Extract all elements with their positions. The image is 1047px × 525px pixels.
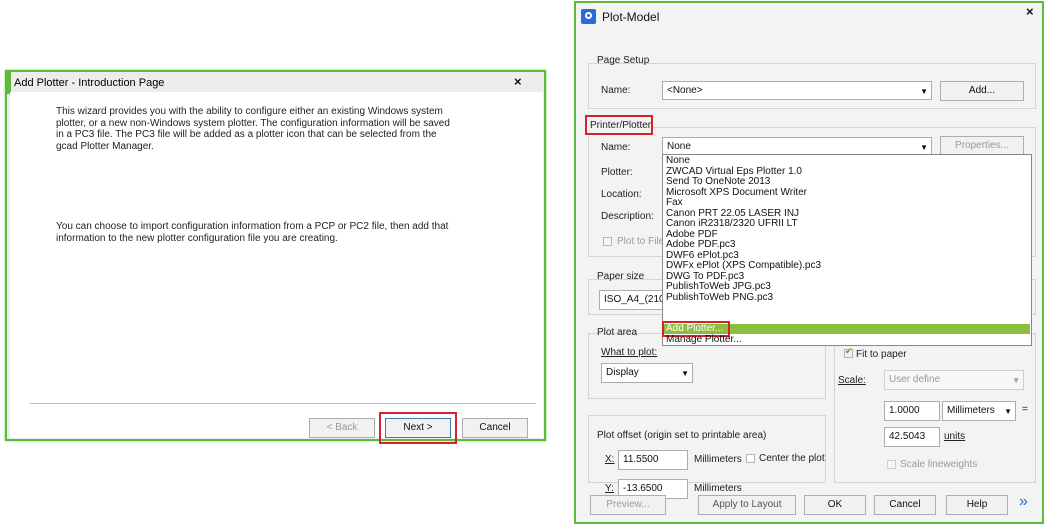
page-setup-name-label: Name: — [601, 85, 631, 96]
scale-lineweights-checkbox[interactable] — [887, 460, 896, 469]
chevron-down-icon: ▼ — [1004, 407, 1012, 416]
page-setup-label: Page Setup — [597, 55, 650, 66]
printer-name-label: Name: — [601, 142, 631, 153]
divider — [30, 403, 536, 404]
what-to-plot-label: What to plot: — [601, 347, 658, 358]
printer-dropdown-list: None ZWCAD Virtual Eps Plotter 1.0 Send … — [662, 154, 1032, 346]
dropdown-item[interactable]: PublishToWeb PNG.pc3 — [666, 292, 773, 304]
dialog-title: Add Plotter - Introduction Page — [14, 77, 165, 89]
scale-select[interactable]: User define ▼ — [884, 370, 1024, 390]
description-label: Description: — [601, 211, 654, 222]
what-to-plot-select[interactable]: Display ▼ — [601, 363, 693, 383]
scale-lineweights-label: Scale lineweights — [900, 459, 978, 470]
scale-units-input[interactable]: 42.5043 — [884, 427, 940, 447]
ok-button[interactable]: OK — [804, 495, 866, 515]
dropdown-item[interactable]: Fax — [666, 197, 683, 209]
add-plotter-dialog: Add Plotter - Introduction Page × This w… — [5, 70, 546, 444]
import-text: You can choose to import configuration i… — [56, 221, 449, 244]
paper-size-label: Paper size — [597, 271, 645, 282]
paper-size-select[interactable]: ISO_A4_(210 — [599, 290, 669, 310]
equals-sign: = — [1022, 404, 1028, 415]
add-plotter-item[interactable]: Add Plotter... — [666, 323, 723, 335]
check-icon: ✔ — [845, 346, 853, 356]
title-accent — [7, 72, 11, 94]
scale-value: User define — [889, 374, 941, 385]
plot-offset-group — [588, 415, 826, 483]
dropdown-item[interactable]: Send To OneNote 2013 — [666, 176, 770, 188]
next-button[interactable]: Next > — [385, 418, 451, 438]
apply-to-layout-button[interactable]: Apply to Layout — [698, 495, 796, 515]
dropdown-item[interactable]: Canon iR2318/2320 UFRII LT — [666, 218, 798, 230]
dropdown-item[interactable]: Adobe PDF.pc3 — [666, 239, 736, 251]
cancel-button[interactable]: Cancel — [874, 495, 936, 515]
plot-to-file-label: Plot to File — [617, 236, 665, 247]
units-label: units — [944, 431, 966, 442]
back-button[interactable]: < Back — [309, 418, 375, 438]
close-icon[interactable]: × — [514, 74, 522, 89]
plotter-label: Plotter: — [601, 167, 633, 178]
chevron-down-icon: ▼ — [1012, 376, 1020, 385]
scale-unit-value: Millimeters — [947, 405, 995, 416]
x-label: X: — [605, 454, 615, 465]
y-label: Y: — [605, 483, 614, 494]
scale-label: Scale: — [838, 375, 866, 386]
dropdown-item[interactable]: PublishToWeb JPG.pc3 — [666, 281, 771, 293]
fit-to-paper-label: Fit to paper — [856, 349, 907, 360]
chevron-down-icon: ▼ — [920, 87, 928, 96]
properties-button[interactable]: Properties... — [940, 136, 1024, 156]
dropdown-item[interactable]: Microsoft XPS Document Writer — [666, 187, 807, 199]
add-page-setup-button[interactable]: Add... — [940, 81, 1024, 101]
preview-button[interactable]: Preview... — [590, 495, 666, 515]
y-unit-label: Millimeters — [694, 483, 742, 494]
plot-model-dialog: Plot-Model × Page Setup Name: <None> ▼ A… — [574, 1, 1044, 524]
printer-plotter-label: Printer/Plotter — [590, 120, 652, 131]
scale-mm-input[interactable]: 1.0000 — [884, 401, 940, 421]
intro-text: This wizard provides you with the abilit… — [56, 106, 450, 152]
x-unit-label: Millimeters — [694, 454, 742, 465]
close-icon[interactable]: × — [1026, 4, 1034, 19]
plot-to-file-checkbox[interactable] — [603, 237, 612, 246]
dropdown-item[interactable]: None — [666, 155, 690, 167]
location-label: Location: — [601, 189, 642, 200]
wizard-body: This wizard provides you with the abilit… — [10, 92, 543, 444]
manage-plotter-item[interactable]: Manage Plotter... — [666, 334, 742, 346]
what-to-plot-value: Display — [606, 367, 639, 378]
cancel-button[interactable]: Cancel — [462, 418, 528, 438]
center-plot-checkbox[interactable] — [746, 454, 755, 463]
chevron-down-icon: ▼ — [681, 369, 689, 378]
plot-offset-label: Plot offset (origin set to printable are… — [597, 430, 767, 441]
page-setup-select[interactable]: <None> ▼ — [662, 81, 932, 100]
center-plot-label: Center the plot — [759, 453, 825, 464]
app-icon-mark — [585, 12, 592, 19]
printer-name-value: None — [667, 141, 691, 152]
expand-icon[interactable]: » — [1019, 493, 1028, 511]
dropdown-item[interactable]: DWFx ePlot (XPS Compatible).pc3 — [666, 260, 821, 272]
page-setup-value: <None> — [667, 85, 703, 96]
plot-area-label: Plot area — [597, 327, 638, 338]
help-button[interactable]: Help — [946, 495, 1008, 515]
fit-to-paper-checkbox[interactable]: ✔ — [844, 346, 853, 358]
scale-unit-select[interactable]: Millimeters ▼ — [942, 401, 1016, 421]
dialog-title: Plot-Model — [602, 10, 660, 24]
offset-x-input[interactable]: 11.5500 — [618, 450, 688, 470]
